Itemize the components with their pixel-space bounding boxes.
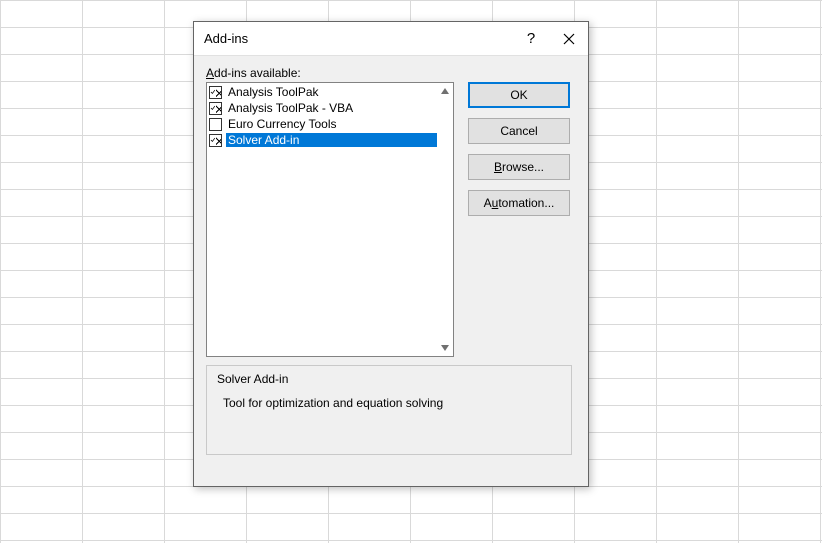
list-item[interactable]: Solver Add-in xyxy=(207,132,437,148)
automation-button[interactable]: Automation... xyxy=(468,190,570,216)
info-name: Solver Add-in xyxy=(217,372,561,386)
scroll-up-icon[interactable] xyxy=(437,83,453,99)
list-item-label: Analysis ToolPak xyxy=(226,85,437,99)
browse-button[interactable]: Browse... xyxy=(468,154,570,180)
info-panel: Solver Add-in Tool for optimization and … xyxy=(206,365,572,455)
list-item[interactable]: Euro Currency Tools xyxy=(207,116,437,132)
list-item[interactable]: Analysis ToolPak - VBA xyxy=(207,100,437,116)
close-icon xyxy=(563,33,575,45)
scroll-down-icon[interactable] xyxy=(437,340,453,356)
close-button[interactable] xyxy=(550,22,588,56)
listbox-scrollbar[interactable] xyxy=(437,83,453,356)
available-label: Add-ins available: xyxy=(206,66,576,80)
listbox-inner: Analysis ToolPak Analysis ToolPak - VBA … xyxy=(207,83,437,356)
button-column: OK Cancel Browse... Automation... xyxy=(468,82,570,357)
list-item-label: Euro Currency Tools xyxy=(226,117,437,131)
list-item-label: Solver Add-in xyxy=(226,133,437,147)
list-item[interactable]: Analysis ToolPak xyxy=(207,84,437,100)
checkbox[interactable] xyxy=(209,118,222,131)
addins-listbox[interactable]: Analysis ToolPak Analysis ToolPak - VBA … xyxy=(206,82,454,357)
checkbox[interactable] xyxy=(209,86,222,99)
cancel-button[interactable]: Cancel xyxy=(468,118,570,144)
addins-dialog: Add-ins ? Add-ins available: Analysis To… xyxy=(193,21,589,487)
list-item-label: Analysis ToolPak - VBA xyxy=(226,101,437,115)
titlebar: Add-ins ? xyxy=(194,22,588,56)
ok-button[interactable]: OK xyxy=(468,82,570,108)
help-icon: ? xyxy=(527,30,535,47)
checkbox[interactable] xyxy=(209,134,222,147)
dialog-title: Add-ins xyxy=(204,31,512,46)
info-description: Tool for optimization and equation solvi… xyxy=(217,396,561,410)
dialog-body: Add-ins available: Analysis ToolPak Anal… xyxy=(194,56,588,486)
help-button[interactable]: ? xyxy=(512,22,550,56)
checkbox[interactable] xyxy=(209,102,222,115)
